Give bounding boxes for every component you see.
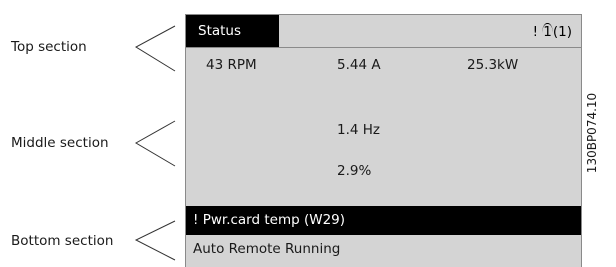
- middle-section-pointer: [134, 120, 176, 167]
- top-section-pointer: [134, 25, 176, 72]
- status-label: Status: [186, 15, 279, 47]
- display-top-bar: Status ! 1(1): [186, 15, 581, 48]
- warning-bar: ! Pwr.card temp (W29): [186, 206, 581, 235]
- power-readout: 25.3kW: [467, 57, 519, 73]
- menu-indicator-arc: 1: [542, 23, 553, 40]
- drive-state-line: Auto Remote Running: [193, 241, 341, 257]
- menu-indicator: ! 1(1): [533, 15, 572, 47]
- percent-readout: 2.9%: [337, 163, 372, 179]
- figure-reference-code: 130BP074.10: [585, 92, 599, 174]
- frequency-readout: 1.4 Hz: [337, 122, 380, 138]
- speed-readout: 43 RPM: [206, 57, 257, 73]
- menu-indicator-suffix: (1): [552, 24, 572, 40]
- current-readout: 5.44 A: [337, 57, 381, 73]
- lcp-display: Status ! 1(1) 43 RPM 5.44 A 25.3kW 1.4 H…: [185, 14, 582, 267]
- bottom-section-pointer: [134, 220, 176, 261]
- menu-indicator-prefix: !: [532, 24, 543, 40]
